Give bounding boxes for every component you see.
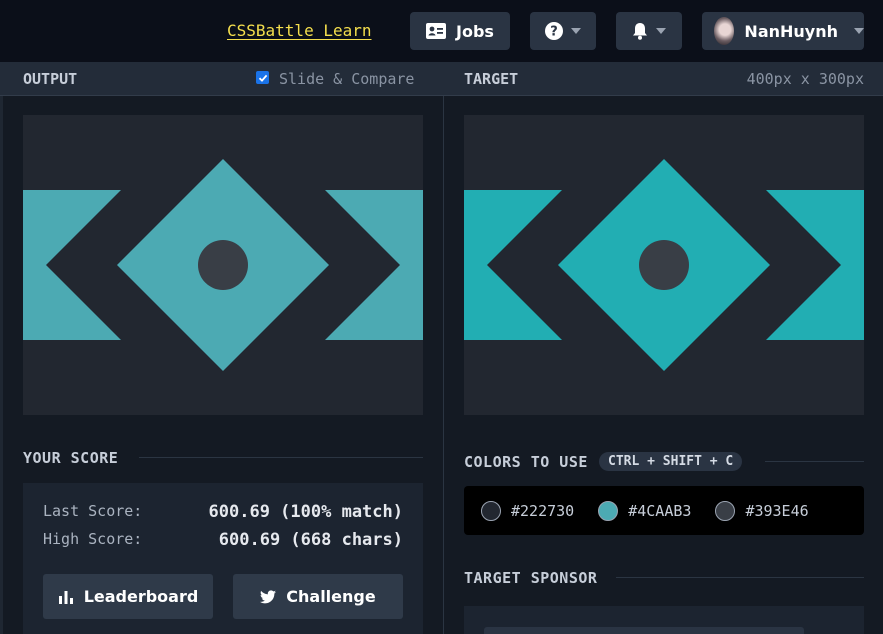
output-art	[23, 115, 423, 415]
color-hex: #4CAAB3	[628, 501, 692, 520]
colors-title: COLORS TO USE	[464, 453, 588, 471]
color-swatch-item[interactable]: #4CAAB3	[598, 500, 692, 521]
question-icon: ?	[545, 22, 563, 40]
challenge-button[interactable]: Challenge	[233, 574, 403, 619]
chevron-down-icon	[854, 28, 864, 34]
left-edge	[0, 96, 3, 634]
chevron-down-icon	[656, 28, 666, 34]
sponsor-banner[interactable]	[484, 627, 804, 634]
section-divider	[139, 457, 423, 458]
learn-link[interactable]: CSSBattle Learn	[227, 21, 372, 40]
sponsor-title: TARGET SPONSOR	[464, 569, 598, 587]
target-title: TARGET	[464, 70, 519, 88]
output-canvas[interactable]	[23, 115, 423, 415]
chevron-down-icon	[571, 28, 581, 34]
color-hex: #222730	[511, 501, 575, 520]
notifications-button[interactable]	[616, 12, 682, 50]
target-art	[464, 115, 864, 415]
section-divider	[765, 461, 864, 462]
color-swatch-item[interactable]: #222730	[481, 500, 575, 521]
section-divider	[616, 577, 864, 578]
center-dot	[198, 240, 248, 290]
color-swatch	[598, 500, 619, 521]
color-palette: #222730 #4CAAB3 #393E46	[464, 486, 864, 535]
slide-compare-checkbox[interactable]	[256, 71, 269, 84]
avatar	[714, 17, 735, 45]
score-card: Last Score: 600.69 (100% match) High Sco…	[23, 483, 423, 634]
panel-header: OUTPUT Slide & Compare TARGET 400px x 30…	[0, 62, 883, 96]
panel-divider[interactable]	[443, 96, 444, 634]
jobs-button[interactable]: Jobs	[410, 12, 510, 50]
target-dimensions: 400px x 300px	[746, 70, 864, 88]
slide-compare-label[interactable]: Slide & Compare	[279, 70, 414, 88]
high-score-value: 600.69 (668 chars)	[218, 530, 403, 550]
username: NanHuynh	[744, 21, 838, 41]
bell-icon	[633, 23, 647, 40]
svg-text:?: ?	[550, 25, 558, 40]
center-dot	[639, 240, 689, 290]
leaderboard-button[interactable]: Leaderboard	[43, 574, 213, 619]
your-score-title: YOUR SCORE	[23, 449, 119, 467]
top-nav: CSSBattle Learn Jobs ? NanHuynh	[0, 0, 883, 62]
target-canvas	[464, 115, 864, 415]
id-card-icon	[426, 23, 447, 39]
jobs-label: Jobs	[456, 21, 494, 41]
high-score-label: High Score:	[43, 530, 143, 548]
challenge-label: Challenge	[286, 587, 376, 606]
check-icon	[258, 74, 267, 82]
bar-chart-icon	[58, 590, 73, 604]
user-menu-button[interactable]: NanHuynh	[702, 12, 864, 50]
color-swatch	[481, 500, 501, 521]
output-title: OUTPUT	[23, 70, 78, 88]
color-hex: #393E46	[745, 501, 809, 520]
twitter-icon	[260, 589, 277, 603]
color-swatch	[715, 500, 736, 521]
shortcut-badge: CTRL + SHIFT + C	[599, 452, 743, 471]
last-score-label: Last Score:	[43, 502, 143, 520]
last-score-value: 600.69 (100% match)	[208, 502, 403, 522]
help-button[interactable]: ?	[530, 12, 596, 50]
color-swatch-item[interactable]: #393E46	[715, 500, 809, 521]
leaderboard-label: Leaderboard	[83, 587, 199, 606]
